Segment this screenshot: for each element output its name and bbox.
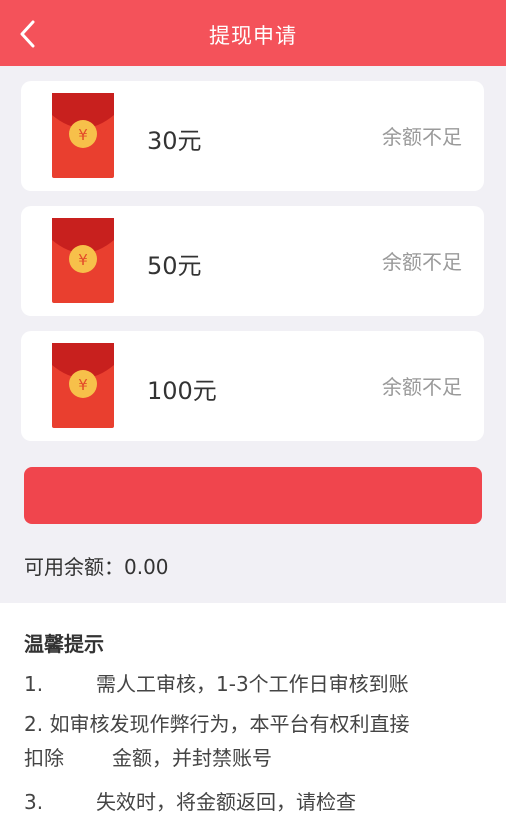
option-status: 余额不足 [382, 125, 462, 149]
option-amount: 50元 [147, 252, 202, 280]
tip-number: 1. [24, 672, 44, 696]
tip-text-line1: 2. 如审核发现作弊行为，本平台有权利直接 [24, 712, 410, 736]
option-amount: 100元 [147, 377, 217, 405]
tip-text-line2: 扣除 金额，并封禁账号 [24, 741, 494, 775]
app-root: 提现申请 ¥ 30元 余额不足 ¥ 50元 余额不足 ¥ 100元 余额不足 可… [0, 0, 506, 821]
red-envelope-icon: ¥ [52, 343, 114, 428]
red-envelope-icon: ¥ [52, 218, 114, 303]
tip-text-part-b: 金额，并封禁账号 [112, 746, 272, 770]
withdraw-option-100[interactable]: ¥ 100元 余额不足 [21, 331, 484, 441]
option-status: 余额不足 [382, 250, 462, 274]
withdraw-option-50[interactable]: ¥ 50元 余额不足 [21, 206, 484, 316]
page-title: 提现申请 [209, 24, 297, 48]
tip-item-1: 1. 需人工审核，1-3个工作日审核到账 [24, 667, 494, 701]
svg-text:¥: ¥ [78, 126, 88, 144]
tip-number: 3. [24, 790, 44, 814]
svg-text:¥: ¥ [78, 251, 88, 269]
tip-text: 需人工审核，1-3个工作日审核到账 [96, 672, 409, 696]
tips-panel: 温馨提示 1. 需人工审核，1-3个工作日审核到账 2. 如审核发现作弊行为，本平… [0, 603, 506, 821]
header-bar: 提现申请 [0, 0, 506, 66]
option-status: 余额不足 [382, 375, 462, 399]
option-amount: 30元 [147, 127, 202, 155]
tip-item-3: 3. 失效时，将金额返回，请检查 [24, 785, 494, 819]
submit-button[interactable] [24, 467, 482, 524]
tip-text: 失效时，将金额返回，请检查 [96, 790, 356, 814]
tips-title: 温馨提示 [24, 632, 104, 656]
available-balance: 可用余额：0.00 [24, 555, 169, 579]
tip-item-2: 2. 如审核发现作弊行为，本平台有权利直接 扣除 金额，并封禁账号 [24, 707, 494, 775]
svg-text:¥: ¥ [78, 376, 88, 394]
red-envelope-icon: ¥ [52, 93, 114, 178]
withdraw-option-30[interactable]: ¥ 30元 余额不足 [21, 81, 484, 191]
tip-text-part-a: 扣除 [24, 746, 64, 770]
